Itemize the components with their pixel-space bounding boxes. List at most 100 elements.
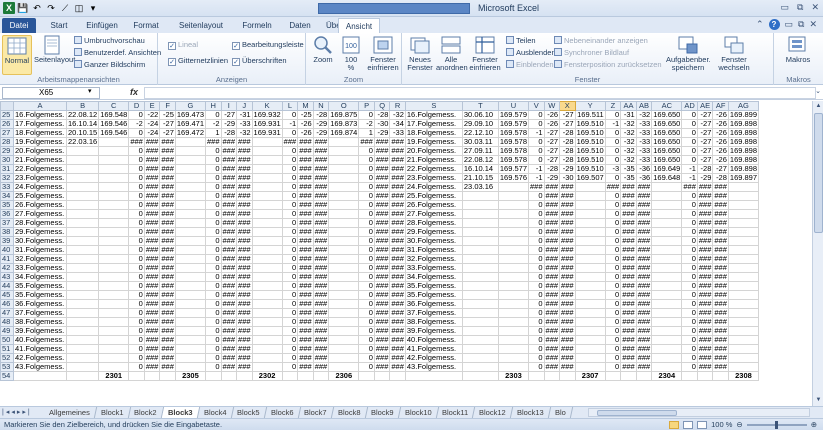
cell[interactable]	[727, 245, 760, 255]
cell[interactable]: ###	[635, 182, 653, 192]
cell[interactable]	[497, 191, 530, 201]
column-header-a[interactable]: A	[13, 101, 67, 111]
cell[interactable]	[574, 218, 606, 228]
cell[interactable]	[461, 281, 499, 291]
cell[interactable]	[389, 371, 406, 381]
ruler-checkbox[interactable]: ✓ Lineal	[168, 40, 198, 50]
cell[interactable]: -1	[281, 119, 299, 129]
cell[interactable]	[461, 191, 499, 201]
cell[interactable]: ###	[559, 209, 576, 219]
cell[interactable]: ###	[373, 308, 391, 318]
cell[interactable]: ###	[712, 362, 729, 372]
cell[interactable]: 169.898	[727, 155, 760, 165]
cell[interactable]	[651, 326, 683, 336]
cell[interactable]: 0	[281, 263, 299, 273]
cell[interactable]: ###	[236, 236, 253, 246]
cell[interactable]	[635, 371, 653, 381]
cell[interactable]: ###	[373, 362, 391, 372]
cell[interactable]: ###	[635, 191, 653, 201]
cell[interactable]: ###	[620, 317, 637, 327]
cell[interactable]	[98, 137, 130, 147]
cell[interactable]: 0	[128, 299, 145, 309]
cell[interactable]: ###	[389, 137, 406, 147]
cell[interactable]: ###	[543, 308, 561, 318]
cell[interactable]: 27.Folgemess.	[404, 209, 463, 219]
cell[interactable]	[65, 173, 100, 183]
cell[interactable]	[328, 146, 360, 156]
cell[interactable]: -27	[543, 146, 561, 156]
cell[interactable]	[461, 344, 499, 354]
cell[interactable]: ###	[373, 281, 391, 291]
cell[interactable]	[251, 209, 283, 219]
cell[interactable]	[174, 308, 207, 318]
cell[interactable]: 169.875	[328, 110, 360, 120]
cell[interactable]	[251, 236, 283, 246]
sheet-tab-blo[interactable]: Blo	[548, 407, 573, 418]
cell[interactable]	[251, 281, 283, 291]
cell[interactable]: 21.Folgemess.	[13, 155, 67, 165]
cell[interactable]: 0	[128, 182, 145, 192]
cell[interactable]	[651, 254, 683, 264]
horizontal-scrollbar[interactable]	[588, 408, 810, 417]
cell[interactable]: ###	[159, 146, 176, 156]
cell[interactable]: ###	[389, 191, 406, 201]
cell[interactable]: 0	[358, 353, 375, 363]
zoom-slider-knob[interactable]	[774, 420, 778, 429]
cell[interactable]: 0	[681, 245, 698, 255]
cell[interactable]: 0	[281, 236, 299, 246]
cell[interactable]: 0	[128, 344, 145, 354]
row-header[interactable]: 53	[0, 362, 14, 372]
cell[interactable]	[328, 173, 360, 183]
cell[interactable]	[312, 371, 330, 381]
switch-windows-button[interactable]: Fenster wechseln	[714, 35, 754, 72]
cell[interactable]: -35	[620, 164, 637, 174]
cell[interactable]	[65, 317, 100, 327]
cell[interactable]	[497, 290, 530, 300]
cell[interactable]: ###	[297, 182, 314, 192]
cell[interactable]: 169.578	[497, 137, 530, 147]
cell[interactable]: 0	[281, 344, 299, 354]
cell[interactable]: 26.Folgemess.	[13, 200, 67, 210]
cell[interactable]	[98, 155, 130, 165]
row-header[interactable]: 33	[0, 182, 14, 192]
cell[interactable]: ###	[143, 209, 161, 219]
cell[interactable]	[174, 227, 207, 237]
cell[interactable]	[251, 335, 283, 345]
cell[interactable]	[727, 353, 760, 363]
cell[interactable]: 16.Folgemess.	[404, 110, 463, 120]
cell[interactable]: 0	[281, 164, 299, 174]
cell[interactable]	[497, 218, 530, 228]
cell[interactable]	[497, 263, 530, 273]
cell[interactable]: 0	[604, 272, 622, 282]
cell[interactable]	[727, 200, 760, 210]
cell[interactable]: -26	[543, 110, 561, 120]
cell[interactable]: 0	[205, 263, 222, 273]
cell[interactable]: ###	[312, 362, 330, 372]
cell[interactable]: ###	[528, 182, 545, 192]
cell[interactable]: ###	[389, 209, 406, 219]
minimize-icon[interactable]: ▭	[781, 2, 790, 13]
cell[interactable]: 24.Folgemess.	[404, 182, 463, 192]
cell[interactable]: -27	[712, 164, 729, 174]
cell[interactable]	[651, 362, 683, 372]
cell[interactable]: 0	[681, 146, 698, 156]
cell[interactable]	[65, 326, 100, 336]
side-by-side-button[interactable]: Nebeneinander anzeigen	[554, 36, 648, 46]
cell[interactable]: 23.03.16	[461, 182, 499, 192]
cell[interactable]: ###	[389, 353, 406, 363]
cell[interactable]	[497, 335, 530, 345]
cell[interactable]	[65, 155, 100, 165]
cell[interactable]	[65, 281, 100, 291]
cell[interactable]: ###	[236, 155, 253, 165]
cell[interactable]: 25.Folgemess.	[404, 191, 463, 201]
cell[interactable]: ###	[220, 317, 238, 327]
cell[interactable]: 2301	[98, 371, 130, 381]
cell[interactable]: 0	[205, 209, 222, 219]
cell[interactable]: -32	[620, 128, 637, 138]
cell[interactable]: 169.510	[574, 164, 606, 174]
cell[interactable]: 37.Folgemess.	[404, 308, 463, 318]
cell[interactable]: ###	[373, 290, 391, 300]
column-header-p[interactable]: P	[358, 101, 375, 111]
cell[interactable]	[328, 182, 360, 192]
cell[interactable]: 0	[205, 110, 222, 120]
